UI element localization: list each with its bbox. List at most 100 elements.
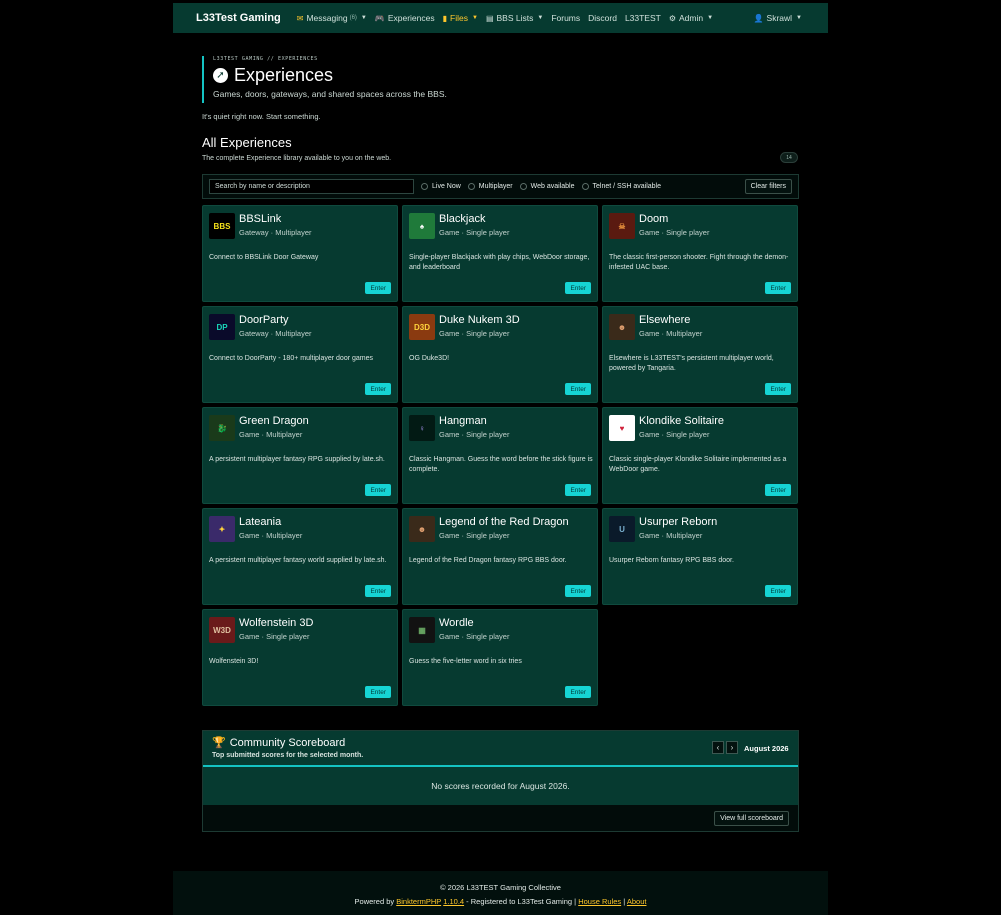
chevron-down-icon: ▼ <box>707 15 714 21</box>
search-input[interactable]: Search by name or description <box>209 179 414 194</box>
card-meta: Game · Single player <box>439 430 510 439</box>
experience-card[interactable]: W3D Wolfenstein 3D Game · Single player … <box>202 609 398 706</box>
wizard-icon: ✦ <box>209 516 235 542</box>
card-title: Legend of the Red Dragon <box>439 516 569 528</box>
experience-card[interactable]: 🐉 Green Dragon Game · Multiplayer A pers… <box>202 407 398 504</box>
next-month-button[interactable]: › <box>726 741 738 754</box>
prev-month-button[interactable]: ‹ <box>712 741 724 754</box>
page-subtitle: Games, doors, gateways, and shared space… <box>213 89 447 99</box>
enter-button[interactable]: Enter <box>365 484 391 496</box>
enter-button[interactable]: Enter <box>365 585 391 597</box>
enter-button[interactable]: Enter <box>365 686 391 698</box>
usurper-logo: U <box>609 516 635 542</box>
card-description: Single-player Blackjack with play chips,… <box>409 254 590 271</box>
chevron-left-icon: ‹ <box>716 743 720 752</box>
enter-button[interactable]: Enter <box>765 383 791 395</box>
page-header: L33TEST GAMING // EXPERIENCES ➚ Experien… <box>202 56 447 103</box>
enter-button[interactable]: Enter <box>565 383 591 395</box>
list-icon: ▤ <box>485 13 494 23</box>
wolfenstein-icon: W3D <box>209 617 235 643</box>
envelope-icon: ✉ <box>296 13 304 23</box>
filter-telnet-ssh[interactable]: Telnet / SSH available <box>581 183 661 190</box>
card-meta: Gateway · Multiplayer <box>239 228 312 237</box>
experience-card[interactable]: U Usurper Reborn Game · Multiplayer Usur… <box>602 508 798 605</box>
experience-card[interactable]: ☻ Elsewhere Game · Multiplayer Elsewhere… <box>602 306 798 403</box>
footer-copyright: © 2026 L33TEST Gaming Collective <box>440 883 561 892</box>
stick-figure-icon: ♀ <box>409 415 435 441</box>
filter-multiplayer[interactable]: Multiplayer <box>467 183 513 190</box>
radio-icon <box>581 183 589 190</box>
trophy-icon: 🏆 <box>212 737 226 749</box>
card-meta: Game · Multiplayer <box>239 531 303 540</box>
nav-forums[interactable]: Forums <box>551 13 580 23</box>
enter-button[interactable]: Enter <box>765 585 791 597</box>
clear-filters-button[interactable]: Clear filters <box>744 179 792 194</box>
experience-card[interactable]: BBS BBSLink Gateway · Multiplayer Connec… <box>202 205 398 302</box>
enter-button[interactable]: Enter <box>765 484 791 496</box>
card-title: BBSLink <box>239 213 282 225</box>
house-rules-link[interactable]: House Rules <box>578 897 621 906</box>
experience-card[interactable]: ♥ Klondike Solitaire Game · Single playe… <box>602 407 798 504</box>
version-link[interactable]: 1.10.4 <box>443 897 464 906</box>
file-icon: ▮ <box>442 13 448 23</box>
experience-card[interactable]: ☻ Legend of the Red Dragon Game · Single… <box>402 508 598 605</box>
enter-button[interactable]: Enter <box>565 282 591 294</box>
enter-button[interactable]: Enter <box>365 383 391 395</box>
card-meta: Game · Single player <box>639 228 710 237</box>
card-description: Classic Hangman. Guess the word before t… <box>409 456 593 473</box>
filter-web-available[interactable]: Web available <box>519 183 575 190</box>
enter-button[interactable]: Enter <box>565 585 591 597</box>
nav-files[interactable]: ▮ Files ▼ <box>443 13 478 23</box>
nav-l33test[interactable]: L33TEST <box>625 13 661 23</box>
card-meta: Game · Single player <box>439 632 510 641</box>
nav-files-label: Files <box>450 13 468 23</box>
enter-button[interactable]: Enter <box>365 282 391 294</box>
nav-bbs-lists-label: BBS Lists <box>496 13 534 23</box>
nav-bbs-lists[interactable]: ▤ BBS Lists ▼ <box>486 13 543 23</box>
experience-card[interactable]: ♀ Hangman Game · Single player Classic H… <box>402 407 598 504</box>
scoreboard-title: Community Scoreboard <box>229 736 346 749</box>
card-title: Duke Nukem 3D <box>439 314 520 326</box>
brand-logo[interactable]: L33Test Gaming <box>196 12 281 24</box>
experience-card[interactable]: ☠ Doom Game · Single player The classic … <box>602 205 798 302</box>
experience-card[interactable]: ✦ Lateania Game · Multiplayer A persiste… <box>202 508 398 605</box>
nav-discord[interactable]: Discord <box>588 13 617 23</box>
card-description: Wolfenstein 3D! <box>209 658 259 665</box>
experience-card[interactable]: ♠ Blackjack Game · Single player Single-… <box>402 205 598 302</box>
software-link[interactable]: BinktermPHP <box>396 897 441 906</box>
card-description: Guess the five-letter word in six tries <box>409 658 522 665</box>
card-title: Elsewhere <box>639 314 691 326</box>
card-description: Usurper Reborn fantasy RPG BBS door. <box>609 557 734 564</box>
card-meta: Game · Single player <box>639 430 710 439</box>
about-link[interactable]: About <box>627 897 647 906</box>
experience-count-badge: 14 <box>780 152 798 163</box>
enter-button[interactable]: Enter <box>565 686 591 698</box>
view-full-scoreboard-button[interactable]: View full scoreboard <box>714 811 789 826</box>
nav-admin[interactable]: ⚙ Admin ▼ <box>669 13 713 23</box>
nav-user-menu[interactable]: 👤 Skrawl ▼ <box>754 13 802 23</box>
playing-card-icon: ♠ <box>409 213 435 239</box>
experience-card[interactable]: DP DoorParty Gateway · Multiplayer Conne… <box>202 306 398 403</box>
nav-messaging[interactable]: ✉ Messaging (6) ▼ <box>297 13 367 23</box>
experience-card[interactable]: ▦ Wordle Game · Single player Guess the … <box>402 609 598 706</box>
card-meta: Game · Multiplayer <box>639 329 703 338</box>
enter-button[interactable]: Enter <box>565 484 591 496</box>
powered-by-label: Powered by <box>354 897 395 906</box>
page-title: Experiences <box>234 65 334 85</box>
community-scoreboard: 🏆 Community Scoreboard Top submitted sco… <box>202 730 799 832</box>
page-footer: © 2026 L33TEST Gaming Collective Powered… <box>173 871 828 915</box>
card-title: Doom <box>639 213 669 225</box>
card-meta: Game · Single player <box>239 632 310 641</box>
nav-experiences[interactable]: 🎮 Experiences <box>375 13 435 23</box>
card-description: A persistent multiplayer fantasy RPG sup… <box>209 456 385 463</box>
card-meta: Gateway · Multiplayer <box>239 329 312 338</box>
filter-label: Multiplayer <box>478 183 513 190</box>
character-face-icon: ☻ <box>409 516 435 542</box>
scoreboard-header: 🏆 Community Scoreboard Top submitted sco… <box>203 731 798 767</box>
card-description: The classic first-person shooter. Fight … <box>609 254 789 271</box>
card-title: Usurper Reborn <box>639 516 718 528</box>
experience-card[interactable]: D3D Duke Nukem 3D Game · Single player O… <box>402 306 598 403</box>
filter-live-now[interactable]: Live Now <box>421 183 461 190</box>
activity-status: It's quiet right now. Start something. <box>202 112 321 121</box>
enter-button[interactable]: Enter <box>765 282 791 294</box>
